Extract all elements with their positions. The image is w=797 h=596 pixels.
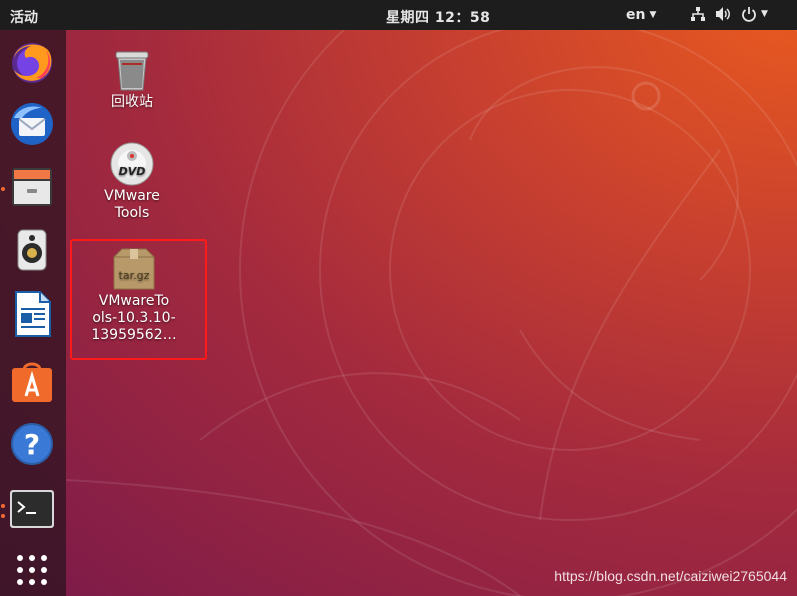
desktop-icon-vmware-tools-archive[interactable]: tar.gz VMwareTo ols-10.3.10- 13959562…: [91, 245, 177, 344]
libreoffice-writer-launcher[interactable]: [8, 290, 56, 338]
clock[interactable]: 星期四 12：58: [386, 7, 490, 27]
terminal-launcher[interactable]: [8, 486, 56, 534]
files-launcher[interactable]: [8, 162, 56, 210]
firefox-launcher[interactable]: [8, 38, 56, 86]
chevron-down-icon: ▼: [649, 10, 657, 20]
firefox-icon: [12, 43, 52, 83]
dvd-badge: DVD: [119, 165, 146, 178]
language-selector[interactable]: en ▼: [626, 7, 656, 23]
show-applications-button[interactable]: [8, 546, 56, 594]
help-launcher[interactable]: ?: [8, 420, 56, 468]
trash-icon: [108, 46, 156, 94]
running-indicator: [1, 504, 5, 508]
desktop-icon-label-line: VMwareTo: [98, 293, 170, 309]
thunderbird-icon: [11, 103, 53, 145]
top-bar: 活动 星期四 12：58 en ▼ ▼: [0, 0, 797, 30]
chevron-down-icon: ▼: [761, 9, 768, 19]
dvd-icon: DVD: [108, 140, 156, 188]
files-icon: [12, 168, 52, 206]
desktop-icon-label: 回收站: [111, 94, 153, 110]
desktop-icon-label-line: 13959562…: [91, 327, 177, 343]
running-indicator: [1, 187, 5, 191]
thunderbird-launcher[interactable]: [8, 100, 56, 148]
network-icon: [690, 6, 706, 22]
svg-text:?: ?: [24, 428, 40, 461]
activities-button[interactable]: 活动: [10, 7, 38, 27]
system-tray[interactable]: ▼: [690, 6, 777, 22]
running-indicator: [1, 514, 5, 518]
show-apps-icon: [17, 555, 47, 585]
desktop-icon-label: VMware Tools: [104, 188, 160, 221]
software-center-launcher[interactable]: [8, 356, 56, 404]
watermark: https://blog.csdn.net/caiziwei2765044: [554, 568, 787, 584]
archive-icon: tar.gz: [110, 245, 158, 293]
archive-badge: tar.gz: [119, 269, 150, 282]
dock: ?: [0, 30, 66, 596]
power-icon: ▼: [741, 6, 768, 22]
terminal-icon: [10, 490, 54, 528]
libreoffice-writer-icon: [15, 291, 51, 337]
desktop-icon-trash[interactable]: 回收站: [89, 46, 175, 111]
desktop-icon-vmware-tools[interactable]: DVD VMware Tools: [89, 140, 175, 222]
software-center-icon: [12, 362, 52, 402]
volume-icon: [715, 6, 732, 22]
help-icon: ?: [11, 423, 53, 465]
language-label: en: [626, 7, 646, 23]
rhythmbox-launcher[interactable]: [8, 226, 56, 274]
rhythmbox-icon: [17, 229, 47, 271]
desktop-icon-label-line: ols-10.3.10-: [92, 310, 176, 326]
